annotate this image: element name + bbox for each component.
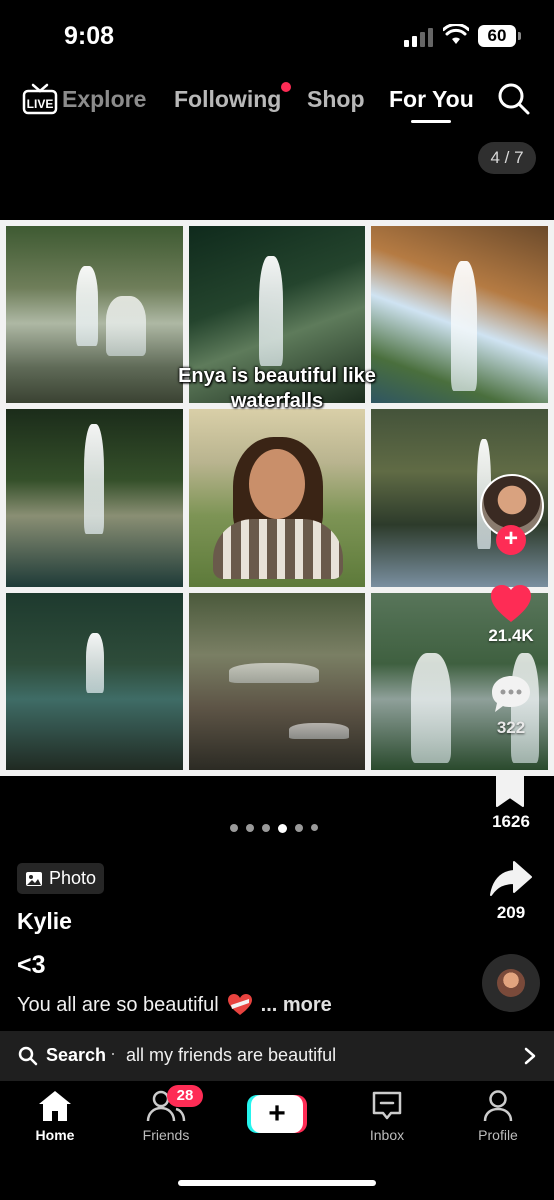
bookmark-icon[interactable] [494,770,526,808]
post-username[interactable]: Kylie [17,908,72,935]
nav-profile[interactable]: Profile [453,1089,543,1143]
search-icon[interactable] [497,82,531,116]
share-count: 209 [496,903,526,922]
related-search-bar[interactable]: Search · all my friends are beautiful [0,1031,554,1081]
comment-icon[interactable] [490,674,532,714]
live-tv-icon[interactable]: LIVE [22,82,58,116]
tab-for-you[interactable]: For You [389,86,474,113]
search-label: Search [46,1045,107,1065]
search-query: all my friends are beautiful [126,1045,337,1065]
battery-indicator: 60 [478,25,521,47]
carousel-dot [230,824,238,832]
post-title: <3 [17,951,46,979]
carousel-dot [311,824,318,831]
status-time: 9:08 [64,22,115,50]
photo-badge: Photo [17,863,105,894]
carousel-dot [262,824,270,832]
music-disc[interactable] [482,954,540,1012]
post-caption[interactable]: You all are so beautiful ... more [17,993,332,1017]
nav-inbox-label: Inbox [369,1127,405,1143]
inbox-icon [372,1091,402,1120]
share-arrow-icon[interactable] [490,860,532,898]
profile-icon [483,1090,513,1122]
like-heart-icon[interactable] [490,584,532,624]
cellular-signal-icon [404,28,433,47]
waterfall-photo [6,592,183,770]
post-caption-text: You all are so beautiful [17,993,219,1016]
home-icon [39,1091,71,1121]
caption-more-link[interactable]: ... more [261,994,332,1017]
mending-heart-emoji-icon [227,994,252,1015]
tab-shop[interactable]: Shop [307,86,365,113]
waterfall-photo [6,409,183,587]
top-nav: LIVE Explore Following Shop For You [0,72,554,128]
overlay-text-content: Enya is beautiful like waterfalls [178,365,376,412]
like-count: 21.4K [488,626,534,645]
overlay-text: Enya is beautiful like waterfalls [0,364,554,414]
search-separator: · [110,1043,116,1063]
nav-home-label: Home [35,1127,75,1143]
live-label: LIVE [27,97,54,111]
follow-plus-button[interactable]: + [496,525,526,555]
portrait-photo [188,409,366,587]
nav-profile-label: Profile [478,1127,518,1143]
nav-home[interactable]: Home [10,1089,100,1143]
search-icon [18,1046,38,1066]
carousel-dot-active [278,824,287,833]
nav-inbox[interactable]: Inbox [342,1089,432,1143]
wifi-icon [443,24,469,44]
active-tab-indicator [411,120,451,123]
following-notification-dot [281,82,291,92]
tab-following[interactable]: Following [174,86,281,113]
photo-collage[interactable] [0,220,554,776]
image-icon [26,871,42,886]
bookmark-count: 1626 [492,812,530,831]
home-indicator [178,1180,376,1186]
stream-photo [188,592,366,770]
chevron-right-icon [524,1047,536,1065]
nav-friends-label: Friends [142,1127,190,1143]
status-bar: 9:08 60 [0,0,554,72]
plus-icon: + [251,1095,303,1133]
photo-page-counter: 4 / 7 [478,142,536,174]
create-post-button[interactable]: + [247,1095,307,1133]
tab-explore[interactable]: Explore [62,86,146,113]
carousel-dot [295,824,303,832]
carousel-dots [230,824,318,833]
comment-count: 322 [496,718,526,737]
photo-badge-label: Photo [49,868,97,888]
friends-count-badge: 28 [167,1085,203,1107]
carousel-dot [246,824,254,832]
